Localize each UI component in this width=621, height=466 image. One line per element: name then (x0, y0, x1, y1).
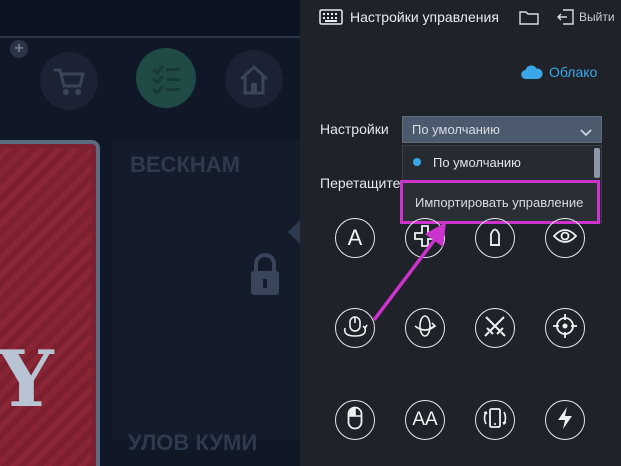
rotate-icon (413, 314, 437, 343)
crosshair-icon (552, 313, 578, 344)
swords-button[interactable] (475, 308, 515, 348)
dpad-button[interactable] (405, 218, 445, 258)
view-button[interactable] (545, 218, 585, 258)
phone-shake-icon (482, 406, 508, 435)
bullet-icon (487, 225, 503, 252)
window-title: Настройки управления (350, 9, 499, 25)
settings-select[interactable]: По умолчанию (402, 116, 602, 143)
mouse-rotate-button[interactable] (335, 308, 375, 348)
dropdown-scrollbar[interactable] (594, 148, 600, 178)
game-background: + Y ВЕСКНАМ УЛОВ КУМИ (0, 0, 300, 466)
repeat-key-button[interactable]: AA (405, 400, 445, 440)
crosshair-button[interactable] (545, 308, 585, 348)
game-divider (0, 36, 300, 38)
game-panel-title: ВЕСКНАМ (130, 152, 240, 177)
control-settings-panel: Настройки управления Выйти Облако Настро… (300, 0, 621, 466)
title-bar: Настройки управления Выйти (300, 0, 621, 34)
radio-selected-icon (413, 158, 421, 166)
crossed-swords-icon (483, 314, 507, 343)
cloud-icon (521, 64, 543, 80)
game-top-bar (0, 0, 300, 36)
mouse-button[interactable] (335, 400, 375, 440)
exit-icon[interactable] (556, 9, 574, 25)
lock-icon (248, 252, 282, 298)
dropdown-option-label: По умолчанию (433, 154, 521, 170)
bullet-button[interactable] (475, 218, 515, 258)
mouse-rotate-icon (342, 314, 368, 343)
shake-button[interactable] (475, 400, 515, 440)
plus-icon: + (10, 40, 28, 58)
cloud-button[interactable]: Облако (521, 64, 597, 80)
folder-icon[interactable] (519, 10, 539, 25)
home-icon (225, 50, 283, 108)
game-arrow-icon (288, 220, 300, 244)
dropdown-option-default[interactable]: По умолчанию (403, 146, 595, 178)
lightning-icon (556, 406, 574, 435)
game-card: Y (0, 140, 100, 466)
dropdown-option-label: Импортировать управление (415, 194, 584, 210)
cart-icon (40, 52, 98, 110)
chevron-down-icon (580, 125, 592, 137)
text-input-button[interactable]: A (335, 218, 375, 258)
card-emblem: Y (0, 334, 58, 425)
rotate-view-button[interactable] (405, 308, 445, 348)
exit-button[interactable]: Выйти (579, 10, 615, 24)
dropdown-option-import[interactable]: Импортировать управление (400, 180, 600, 224)
checklist-icon (136, 48, 196, 108)
AA-icon: AA (412, 409, 438, 430)
cloud-label: Облако (549, 64, 598, 80)
settings-selected-value: По умолчанию (412, 122, 500, 137)
mouse-icon (347, 406, 363, 435)
keyboard-icon (319, 9, 343, 25)
macro-button[interactable] (545, 400, 585, 440)
A-icon: A (347, 225, 363, 250)
dpad-icon (414, 224, 436, 252)
settings-label: Настройки (320, 121, 389, 137)
eye-icon (552, 228, 578, 249)
game-panel-caption: УЛОВ КУМИ (128, 430, 258, 455)
drag-hint: Перетащите (320, 175, 401, 191)
